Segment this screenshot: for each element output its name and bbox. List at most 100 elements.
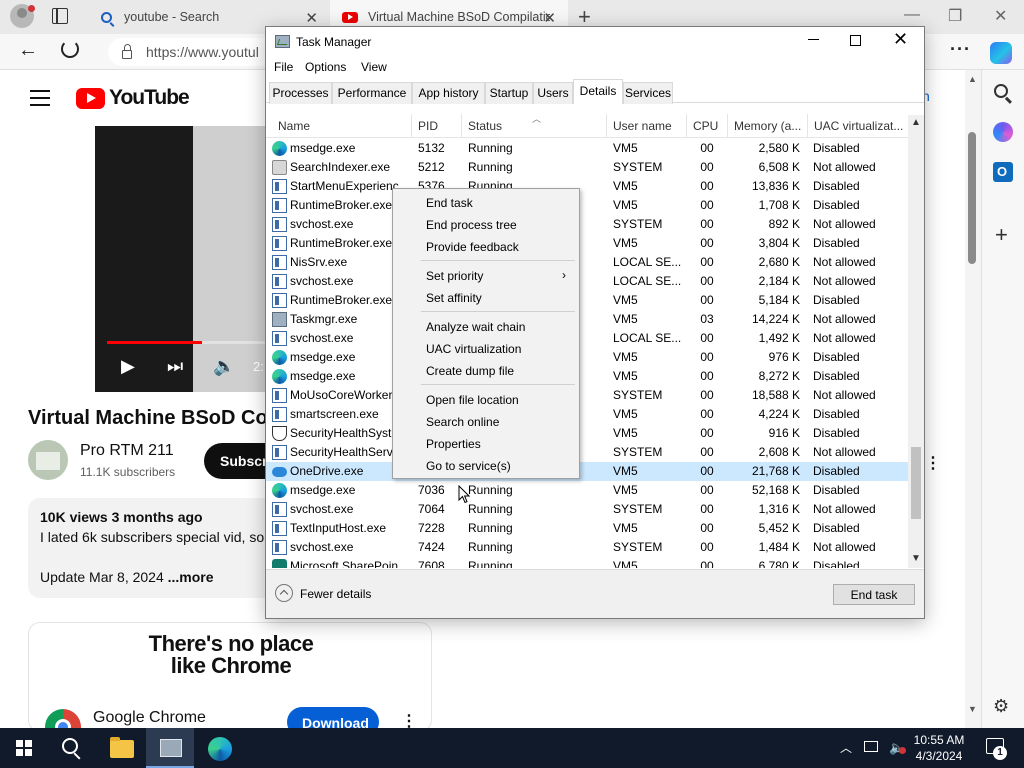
- table-row[interactable]: RuntimeBroker.exe VM5 00 1,708 K Disabled: [266, 196, 908, 215]
- column-name[interactable]: Name: [272, 114, 412, 138]
- column-pid[interactable]: PID: [412, 114, 462, 138]
- scroll-up-icon[interactable]: ▲: [911, 117, 921, 128]
- table-row[interactable]: svchost.exe 7424 Running SYSTEM 00 1,484 K Not…: [266, 538, 908, 557]
- tab-users[interactable]: Users: [533, 82, 573, 104]
- table-row[interactable]: svchost.exe LOCAL SE... 00 1,492 K Not allow…: [266, 329, 908, 348]
- menu-item-uac-virtualization[interactable]: UAC virtualization: [393, 337, 579, 359]
- copilot-icon[interactable]: [990, 42, 1012, 64]
- lock-icon[interactable]: [122, 43, 132, 59]
- video-progress-bar[interactable]: [107, 341, 265, 344]
- menu-item-provide-feedback[interactable]: Provide feedback: [393, 235, 579, 257]
- table-row[interactable]: OneDrive.exe VM5 00 21,768 K Disabled: [266, 462, 908, 481]
- process-list-scroll-thumb[interactable]: [911, 447, 921, 519]
- file-explorer-icon[interactable]: [110, 737, 134, 758]
- table-row[interactable]: RuntimeBroker.exe VM5 00 3,804 K Disabled: [266, 234, 908, 253]
- scroll-down-icon[interactable]: ▼: [911, 553, 921, 564]
- ad-more-icon[interactable]: ⋮: [401, 711, 417, 728]
- chrome-ad[interactable]: There's no place like Chrome Google Chro…: [28, 622, 432, 728]
- minimize-icon[interactable]: [808, 39, 819, 40]
- channel-avatar[interactable]: [28, 440, 68, 480]
- browser-close-icon[interactable]: ✕: [994, 6, 1007, 26]
- chevron-up-icon[interactable]: [275, 584, 293, 602]
- table-row[interactable]: SecurityHealthServi SYSTEM 00 2,608 K Not al…: [266, 443, 908, 462]
- taskbar-clock[interactable]: 10:55 AM 4/3/2024: [912, 732, 966, 764]
- next-icon[interactable]: ⏭: [167, 356, 183, 377]
- menu-item-set-priority[interactable]: Set priority ›: [393, 264, 579, 286]
- maximize-icon[interactable]: [850, 35, 861, 46]
- outlook-icon[interactable]: [993, 162, 1013, 182]
- close-icon[interactable]: ✕: [893, 30, 908, 48]
- tab-services[interactable]: Services: [623, 82, 673, 104]
- download-button[interactable]: Download: [287, 707, 379, 728]
- actions-more-icon[interactable]: ⋮: [925, 453, 941, 473]
- page-scroll-thumb[interactable]: [968, 132, 976, 264]
- menu-file[interactable]: File: [274, 60, 293, 74]
- tab-app-history[interactable]: App history: [412, 82, 485, 104]
- table-row[interactable]: TextInputHost.exe 7228 Running VM5 00 5,452 K…: [266, 519, 908, 538]
- menu-item-end-process-tree[interactable]: End process tree: [393, 213, 579, 235]
- table-row[interactable]: NisSrv.exe LOCAL SE... 00 2,680 K Not allowe…: [266, 253, 908, 272]
- menu-item-properties[interactable]: Properties: [393, 432, 579, 454]
- gear-icon[interactable]: ⚙: [993, 696, 1013, 716]
- tab-performance[interactable]: Performance: [332, 82, 412, 104]
- column-cpu[interactable]: CPU: [687, 114, 728, 138]
- process-list[interactable]: msedge.exe 5132 Running VM5 00 2,580 K Disable…: [266, 139, 908, 568]
- menu-item-set-affinity[interactable]: Set affinity: [393, 286, 579, 308]
- table-row[interactable]: Taskmgr.exe VM5 03 14,224 K Not allowed: [266, 310, 908, 329]
- close-tab-icon[interactable]: ✕: [305, 9, 318, 27]
- table-row[interactable]: msedge.exe 5132 Running VM5 00 2,580 K Disable…: [266, 139, 908, 158]
- play-icon[interactable]: ▶: [121, 356, 135, 377]
- table-row[interactable]: msedge.exe 7036 Running VM5 00 52,168 K Disabl…: [266, 481, 908, 500]
- tray-chevron-up-icon[interactable]: ︿: [840, 739, 852, 756]
- table-row[interactable]: svchost.exe LOCAL SE... 00 2,184 K Not allow…: [266, 272, 908, 291]
- channel-name[interactable]: Pro RTM 211: [80, 442, 174, 460]
- more-link[interactable]: ...more: [168, 569, 214, 585]
- end-task-button[interactable]: End task: [833, 584, 915, 605]
- column-uac-virtualization[interactable]: UAC virtualizat...: [808, 114, 908, 138]
- process-list-scrollbar[interactable]: ▲ ▼: [908, 115, 924, 568]
- table-row[interactable]: MoUsoCoreWorker SYSTEM 00 18,588 K Not allow…: [266, 386, 908, 405]
- tab-processes[interactable]: Processes: [269, 82, 332, 104]
- windows-start-icon[interactable]: [16, 740, 32, 756]
- scroll-down-icon[interactable]: ▼: [968, 704, 977, 714]
- fewer-details-link[interactable]: Fewer details: [300, 587, 371, 601]
- hamburger-menu-icon[interactable]: [30, 90, 50, 106]
- taskbar-task-manager-icon[interactable]: [146, 728, 194, 768]
- column-user-name[interactable]: User name: [607, 114, 687, 138]
- scroll-up-icon[interactable]: ▲: [968, 74, 977, 84]
- menu-options[interactable]: Options: [305, 60, 346, 74]
- table-row[interactable]: msedge.exe VM5 00 976 K Disabled: [266, 348, 908, 367]
- table-row[interactable]: svchost.exe SYSTEM 00 892 K Not allowed: [266, 215, 908, 234]
- sidebar-copilot-icon[interactable]: [993, 122, 1013, 142]
- tab-startup[interactable]: Startup: [485, 82, 533, 104]
- table-row[interactable]: Microsoft.SharePoin 7608 Running VM5 00 6,780…: [266, 557, 908, 568]
- table-row[interactable]: SearchIndexer.exe 5212 Running SYSTEM 00 6,50…: [266, 158, 908, 177]
- column-memory[interactable]: Memory (a...: [728, 114, 808, 138]
- tab-actions-icon[interactable]: [52, 8, 68, 24]
- sidebar-add-icon[interactable]: +: [995, 222, 1015, 247]
- youtube-logo[interactable]: YouTube: [76, 86, 190, 110]
- browser-minimize-icon[interactable]: —: [904, 6, 920, 24]
- menu-item-open-file-location[interactable]: Open file location: [393, 388, 579, 410]
- table-row[interactable]: smartscreen.exe VM5 00 4,224 K Disabled: [266, 405, 908, 424]
- task-manager-titlebar[interactable]: Task Manager ✕: [266, 27, 924, 57]
- browser-restore-icon[interactable]: ❐: [948, 6, 962, 26]
- menu-item-search-online[interactable]: Search online: [393, 410, 579, 432]
- page-scrollbar[interactable]: ▲ ▼: [965, 70, 981, 728]
- taskbar-edge-icon[interactable]: [208, 737, 232, 761]
- video-player[interactable]: ▶ ⏭ 🔈 2:: [95, 126, 265, 392]
- table-row[interactable]: RuntimeBroker.exe VM5 00 5,184 K Disabled: [266, 291, 908, 310]
- table-row[interactable]: svchost.exe 7064 Running SYSTEM 00 1,316 K Not…: [266, 500, 908, 519]
- reload-icon[interactable]: [61, 40, 79, 58]
- tab-details[interactable]: Details: [573, 79, 623, 104]
- back-arrow-icon[interactable]: ←: [18, 39, 38, 62]
- menu-view[interactable]: View: [361, 60, 387, 74]
- volume-icon[interactable]: 🔈: [213, 356, 235, 377]
- table-row[interactable]: StartMenuExperienc 5376 Running VM5 00 13,836…: [266, 177, 908, 196]
- menu-item-end-task[interactable]: End task: [393, 191, 579, 213]
- taskbar-search-icon[interactable]: [62, 738, 78, 754]
- menu-item-go-to-service-s[interactable]: Go to service(s): [393, 454, 579, 476]
- table-row[interactable]: msedge.exe VM5 00 8,272 K Disabled: [266, 367, 908, 386]
- menu-item-create-dump-file[interactable]: Create dump file: [393, 359, 579, 381]
- sidebar-search-icon[interactable]: [994, 84, 1008, 98]
